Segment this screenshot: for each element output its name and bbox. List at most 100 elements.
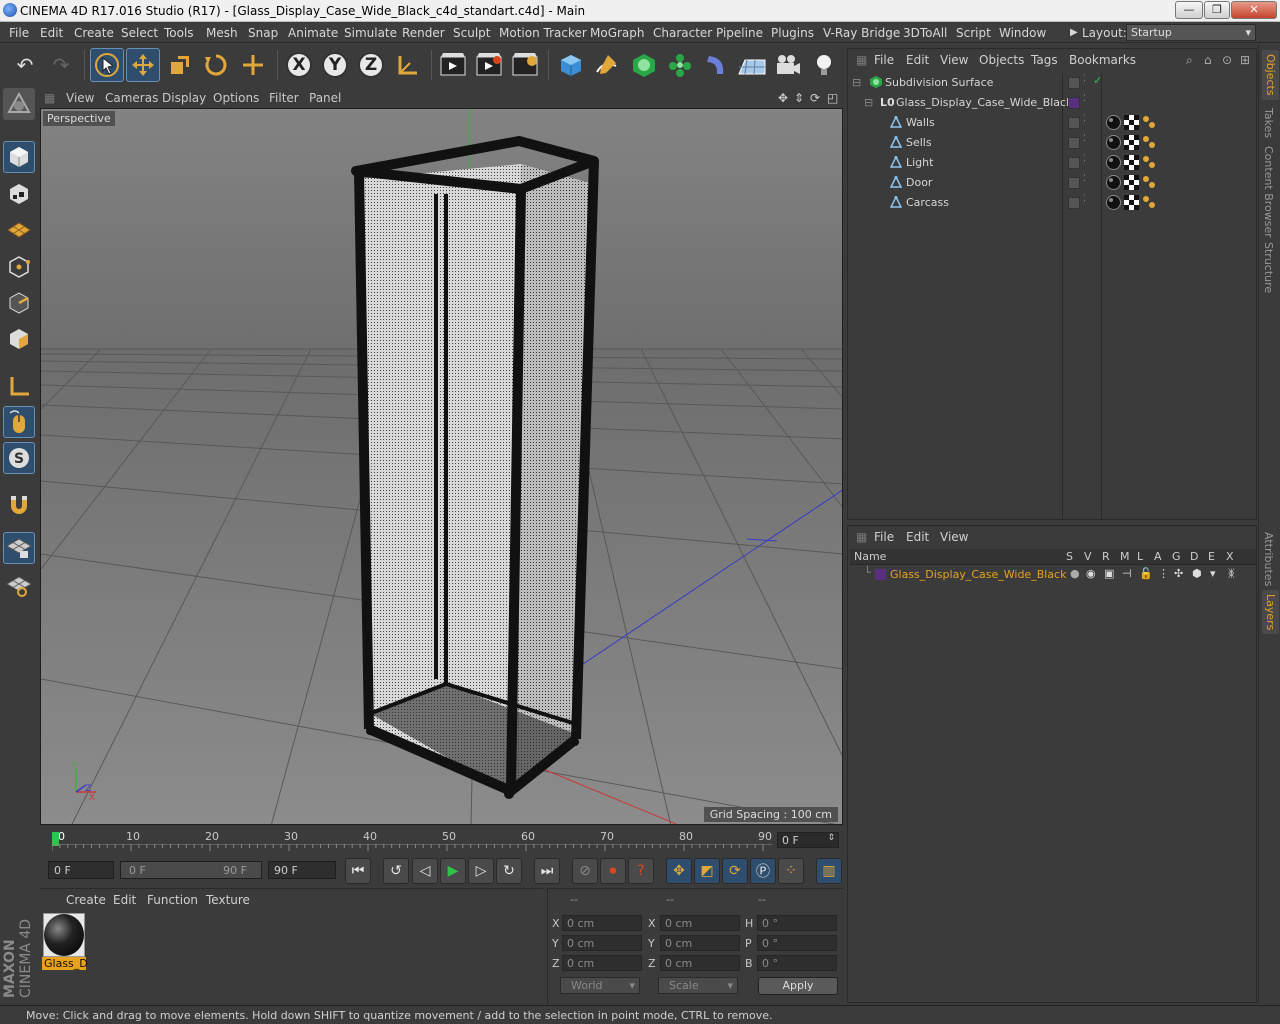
- home-icon[interactable]: ⌂: [1204, 53, 1212, 67]
- material-tag-icon[interactable]: [1106, 195, 1121, 210]
- material-tag-icon[interactable]: [1106, 115, 1121, 130]
- viewport-pan-icon[interactable]: ✥: [778, 91, 788, 105]
- object-menu-objects[interactable]: Objects: [979, 53, 1024, 67]
- coordinate-space-dropdown[interactable]: World ▾: [560, 977, 640, 994]
- object-row-walls[interactable]: Walls ⁚: [850, 113, 1256, 133]
- object-row-subdivision-surface[interactable]: ⊟ Subdivision Surface ⁚ ✓: [850, 73, 1256, 93]
- viewport-menu-cameras[interactable]: Cameras: [105, 91, 158, 105]
- generators-toggle-icon[interactable]: ✣: [1174, 567, 1183, 580]
- visibility-dots-icon[interactable]: ⁚: [1083, 194, 1086, 204]
- layer-color-swatch[interactable]: [1068, 137, 1080, 149]
- key-position-icon[interactable]: ✥: [666, 858, 692, 884]
- layer-name[interactable]: Glass_Display_Case_Wide_Black: [890, 568, 1066, 581]
- tree-collapse-icon[interactable]: ⊟: [852, 76, 861, 89]
- undo-icon[interactable]: ↶: [8, 48, 42, 82]
- render-view-icon[interactable]: [436, 48, 470, 82]
- rot-h-field[interactable]: 0 °: [757, 915, 837, 931]
- menu-3dtoall[interactable]: 3DToAll: [903, 26, 947, 40]
- snap-magnet-icon[interactable]: [3, 488, 35, 520]
- key-rotation-icon[interactable]: ⟳: [722, 858, 748, 884]
- key-pla-icon[interactable]: ⁘: [778, 858, 804, 884]
- timeline[interactable]: 0 10 20 30 40 50 60 70 80 90 0 F ⇕: [40, 826, 843, 856]
- viewport-menu-filter[interactable]: Filter: [269, 91, 299, 105]
- render-settings-icon[interactable]: [508, 48, 542, 82]
- pos-x-field[interactable]: 0 cm: [562, 915, 642, 931]
- layout-dropdown[interactable]: Startup ▾: [1126, 24, 1256, 41]
- column-render[interactable]: R: [1102, 550, 1110, 563]
- glass-display-case-model[interactable]: [351, 136, 599, 799]
- tab-objects[interactable]: Objects: [1262, 50, 1279, 100]
- menu-mesh[interactable]: Mesh: [206, 26, 238, 40]
- material-menu-function[interactable]: Function: [147, 893, 198, 907]
- current-frame-field[interactable]: 0 F ⇕: [777, 832, 839, 848]
- object-row-sells[interactable]: Sells ⁚: [850, 133, 1256, 153]
- z-axis-lock-icon[interactable]: Z: [354, 48, 388, 82]
- pen-spline-icon[interactable]: [590, 48, 624, 82]
- make-editable-icon[interactable]: [3, 88, 35, 120]
- next-frame-icon[interactable]: ▷: [468, 858, 494, 884]
- layer-color-swatch[interactable]: [1068, 157, 1080, 169]
- size-mode-dropdown[interactable]: Scale ▾: [658, 977, 738, 994]
- record-keys-icon[interactable]: ⏺: [600, 858, 626, 884]
- maximize-button[interactable]: ❐: [1204, 1, 1230, 19]
- cube-primitive-icon[interactable]: [554, 48, 588, 82]
- end-frame-field[interactable]: 90 F: [268, 861, 336, 879]
- object-row-carcass[interactable]: Carcass ⁚: [850, 193, 1256, 213]
- enabled-check-icon[interactable]: ✓: [1093, 74, 1102, 87]
- menu-select[interactable]: Select: [121, 26, 158, 40]
- locked-workplane-icon[interactable]: [3, 532, 35, 564]
- menu-animate[interactable]: Animate: [288, 26, 338, 40]
- tweak-mode-icon[interactable]: [3, 406, 35, 438]
- previous-frame-icon[interactable]: ◁: [412, 858, 438, 884]
- edge-mode-icon[interactable]: [3, 287, 35, 319]
- tab-content-browser[interactable]: Content Browser: [1262, 146, 1275, 238]
- menu-create[interactable]: Create: [74, 26, 114, 40]
- manager-toggle-icon[interactable]: ⊣: [1122, 567, 1132, 580]
- column-expressions[interactable]: E: [1208, 550, 1215, 563]
- material-menu-edit[interactable]: Edit: [113, 893, 136, 907]
- lock-toggle-icon[interactable]: 🔓: [1139, 567, 1153, 580]
- phong-tag-icon[interactable]: [1142, 155, 1157, 170]
- viewport-menu-options[interactable]: Options: [213, 91, 259, 105]
- key-scale-icon[interactable]: ◩: [694, 858, 720, 884]
- layer-color-swatch[interactable]: [1068, 97, 1080, 109]
- viewport-camera-label[interactable]: Perspective: [43, 111, 115, 126]
- coordinate-system-icon[interactable]: [391, 48, 425, 82]
- frame-range-slider[interactable]: 0 F 90 F: [120, 861, 262, 879]
- material-name-label[interactable]: Glass_D: [42, 957, 88, 970]
- rot-b-field[interactable]: 0 °: [757, 955, 837, 971]
- menu-file[interactable]: File: [9, 26, 29, 40]
- timeline-window-icon[interactable]: ▥: [816, 858, 842, 884]
- visibility-dots-icon[interactable]: ⁚: [1083, 154, 1086, 164]
- visible-toggle-icon[interactable]: ◉: [1086, 567, 1096, 580]
- layer-color-swatch[interactable]: [1068, 197, 1080, 209]
- visibility-dots-icon[interactable]: ⁚: [1083, 114, 1086, 124]
- tree-collapse-icon[interactable]: ⊟: [864, 96, 873, 109]
- autokey-off-icon[interactable]: ⊘: [572, 858, 598, 884]
- planar-workplane-icon[interactable]: [3, 570, 35, 602]
- object-menu-tags[interactable]: Tags: [1031, 53, 1058, 67]
- subdivision-surface-icon[interactable]: [627, 48, 661, 82]
- object-menu-bookmarks[interactable]: Bookmarks: [1069, 53, 1136, 67]
- texture-tag-icon[interactable]: [1124, 195, 1139, 210]
- go-to-start-icon[interactable]: ⏮: [345, 858, 371, 884]
- column-generators[interactable]: G: [1172, 550, 1181, 563]
- size-z-field[interactable]: 0 cm: [660, 955, 740, 971]
- deformer-icon[interactable]: [699, 48, 733, 82]
- column-solo[interactable]: S: [1066, 550, 1073, 563]
- menu-character[interactable]: Character: [653, 26, 712, 40]
- previous-key-icon[interactable]: ↺: [383, 858, 409, 884]
- layer-menu-edit[interactable]: Edit: [906, 530, 929, 544]
- phong-tag-icon[interactable]: [1142, 115, 1157, 130]
- menu-vray-bridge[interactable]: V-Ray Bridge: [823, 26, 900, 40]
- layer-menu-view[interactable]: View: [940, 530, 968, 544]
- size-x-field[interactable]: 0 cm: [660, 915, 740, 931]
- apply-button[interactable]: Apply: [758, 977, 838, 995]
- size-y-field[interactable]: 0 cm: [660, 935, 740, 951]
- cloner-icon[interactable]: [663, 48, 697, 82]
- phong-tag-icon[interactable]: [1142, 195, 1157, 210]
- play-icon[interactable]: ▶: [440, 858, 466, 884]
- column-manager[interactable]: M: [1120, 550, 1130, 563]
- polygon-mode-icon[interactable]: [3, 323, 35, 355]
- menu-script[interactable]: Script: [956, 26, 991, 40]
